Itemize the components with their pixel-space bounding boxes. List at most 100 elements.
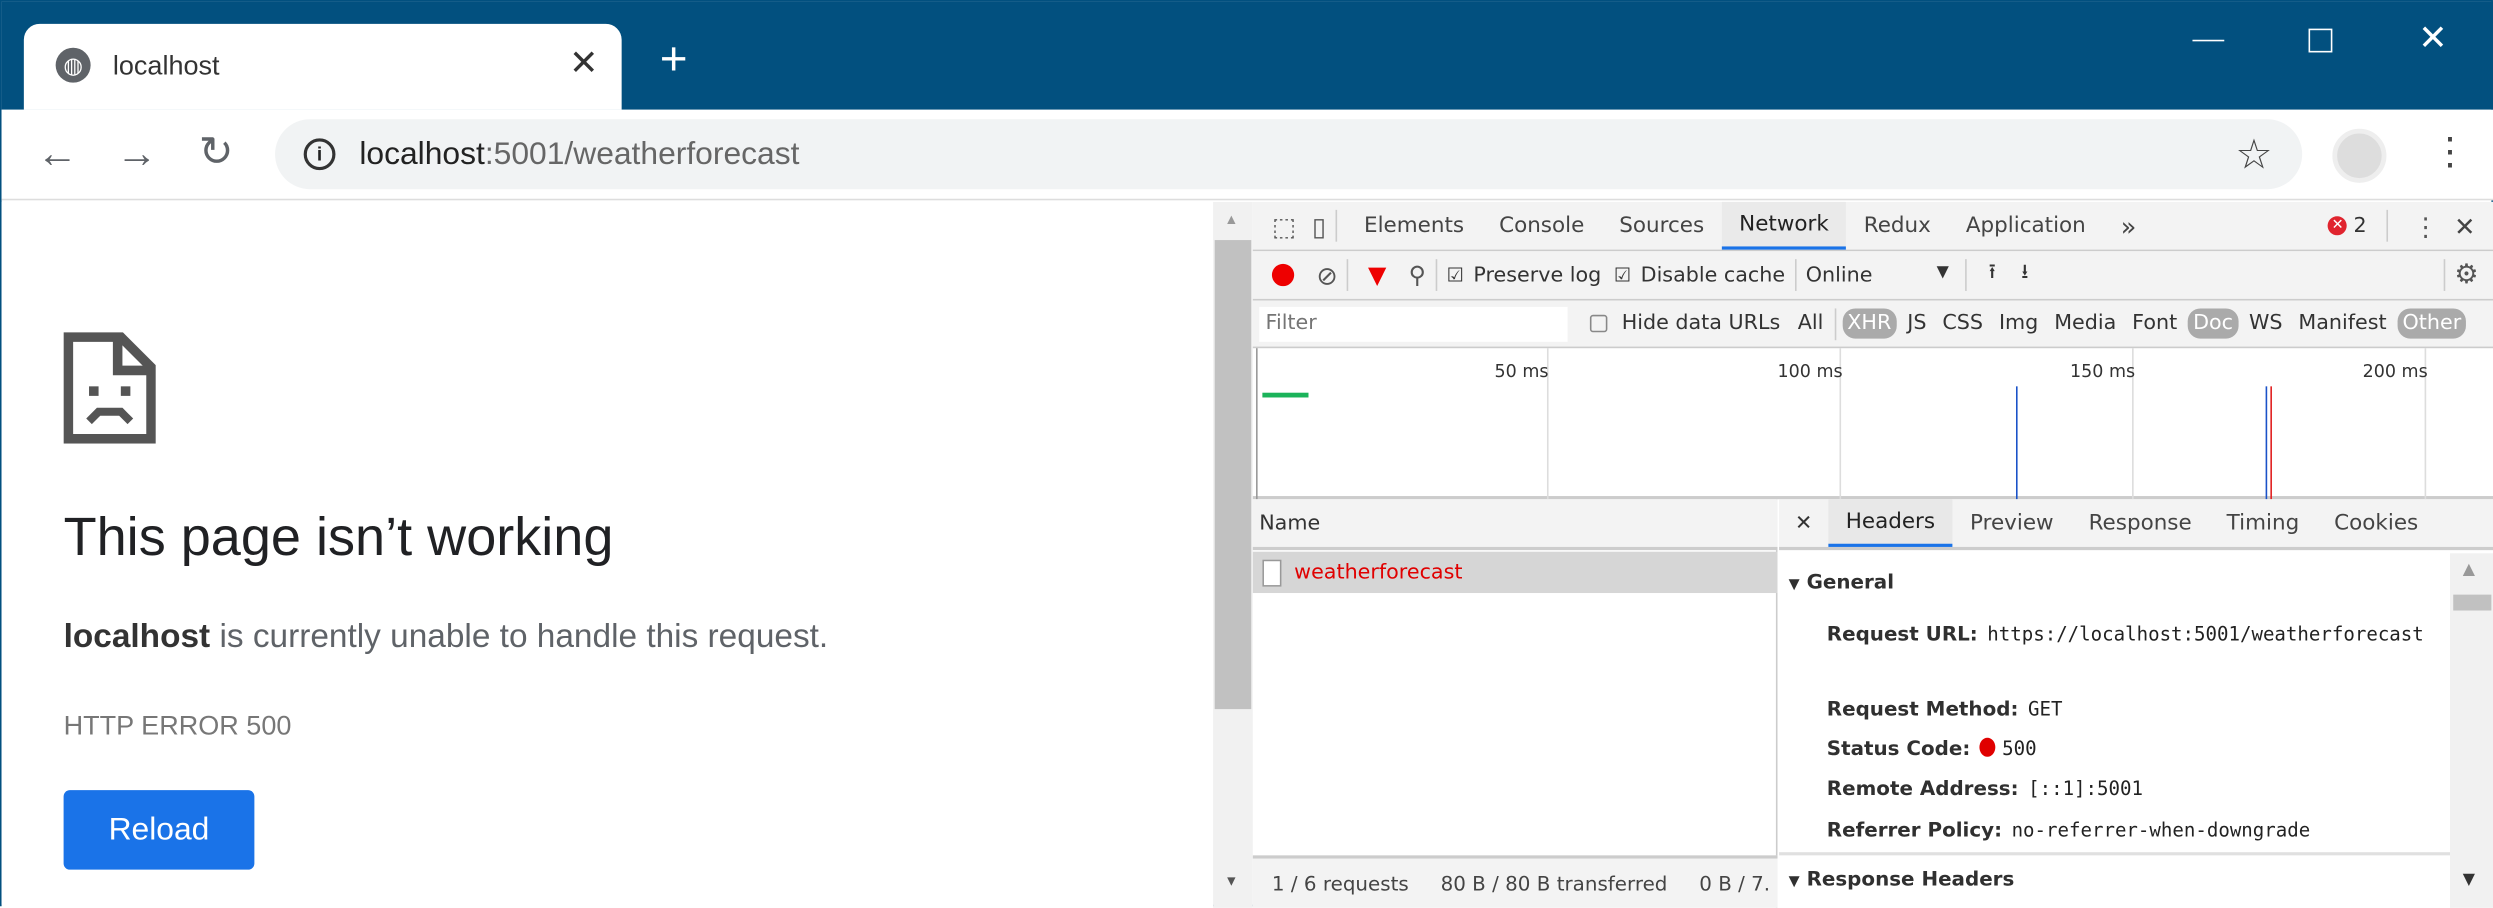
tab-redux[interactable]: Redux: [1846, 202, 1948, 250]
url-path: :5001/weatherforecast: [484, 136, 800, 172]
document-icon: [1262, 558, 1282, 586]
request-row[interactable]: weatherforecast: [1252, 551, 1778, 594]
tab-response[interactable]: Response: [2071, 499, 2209, 547]
close-window-button[interactable]: ✕: [2418, 17, 2447, 58]
tab-console[interactable]: Console: [1482, 202, 1602, 250]
browser-toolbar: ← → ↻ i localhost:5001/weatherforecast ☆…: [1, 109, 2493, 201]
type-media[interactable]: Media: [2049, 308, 2121, 338]
transferred-size: 80 B / 80 B transferred: [1440, 871, 1668, 896]
header-key: Request URL:: [1826, 621, 1978, 646]
new-tab-button[interactable]: +: [660, 36, 688, 85]
devtools-close-icon[interactable]: ✕: [2454, 211, 2475, 241]
page-scrollbar[interactable]: ▲ ▼: [1213, 201, 1253, 908]
scroll-up-arrow[interactable]: ▲: [2463, 561, 2475, 578]
type-font[interactable]: Font: [2127, 308, 2182, 338]
dom-content-loaded-line: [2265, 386, 2268, 500]
request-list: Name weatherforecast 1 / 6 requests 80 B…: [1252, 499, 1778, 908]
host-name: localhost: [63, 618, 211, 656]
browser-tab[interactable]: ◍ localhost ✕: [23, 23, 622, 110]
hide-data-urls-label: Hide data URLs: [1621, 311, 1781, 336]
scroll-thumb[interactable]: [1214, 240, 1252, 710]
filter-input[interactable]: [1259, 306, 1568, 342]
reload-button[interactable]: Reload: [63, 790, 255, 870]
avatar[interactable]: [2332, 128, 2387, 183]
name-column-header[interactable]: Name: [1252, 499, 1778, 551]
request-bar: [1262, 392, 1309, 398]
star-icon[interactable]: ☆: [2235, 130, 2272, 179]
devtools-tab-bar: ⬚ ▯ Elements Console Sources Network Red…: [1252, 201, 2493, 252]
headers-scrollbar[interactable]: ▲ ▼: [2450, 553, 2493, 908]
tab-headers[interactable]: Headers: [1828, 499, 1953, 547]
tab-elements[interactable]: Elements: [1347, 202, 1482, 250]
tick-label: 200 ms: [2362, 360, 2428, 382]
error-count[interactable]: 2: [2354, 214, 2367, 238]
general-section-toggle[interactable]: ▼ General: [1789, 569, 1894, 593]
address-bar[interactable]: i localhost:5001/weatherforecast ☆: [275, 119, 2303, 190]
scroll-up-arrow[interactable]: ▲: [1224, 211, 1238, 227]
general-title: General: [1806, 569, 1895, 594]
back-icon[interactable]: ←: [37, 129, 78, 178]
settings-gear-icon[interactable]: ⚙: [2454, 259, 2478, 291]
request-details: ✕ Headers Preview Response Timing Cookie…: [1779, 499, 2493, 908]
type-js[interactable]: JS: [1902, 308, 1931, 338]
response-headers-title: Response Headers: [1806, 866, 2015, 891]
name-header-label: Name: [1259, 511, 1321, 536]
type-css[interactable]: CSS: [1938, 308, 1988, 338]
preserve-log-checkbox[interactable]: ☑: [1447, 264, 1464, 286]
header-row: Request Method: GET: [1827, 696, 2063, 721]
export-har-icon[interactable]: ⭳: [2021, 258, 2028, 293]
menu-icon[interactable]: ⋮: [2431, 129, 2469, 175]
header-value: GET: [2027, 697, 2063, 721]
type-img[interactable]: Img: [1994, 308, 2043, 338]
scroll-down-arrow[interactable]: ▼: [1224, 873, 1238, 889]
filter-icon[interactable]: ▼: [1368, 261, 1386, 290]
header-value: https://localhost:5001/weatherforecast: [1987, 623, 2424, 646]
type-other[interactable]: Other: [2397, 308, 2466, 339]
tab-application[interactable]: Application: [1948, 202, 2103, 250]
forward-icon[interactable]: →: [116, 129, 157, 178]
page-title: This page isn’t working: [63, 507, 614, 568]
hide-data-urls-checkbox[interactable]: [1589, 314, 1608, 333]
tab-cookies[interactable]: Cookies: [2317, 499, 2436, 547]
close-tab-icon[interactable]: ✕: [569, 43, 598, 84]
type-xhr[interactable]: XHR: [1842, 308, 1897, 339]
type-all[interactable]: All: [1793, 308, 1828, 338]
maximize-button[interactable]: [2308, 28, 2333, 53]
sad-document-icon: [63, 332, 156, 444]
search-icon[interactable]: ⚲: [1409, 261, 1426, 290]
type-doc[interactable]: Doc: [2188, 308, 2238, 339]
scroll-thumb[interactable]: [2453, 594, 2492, 611]
disable-cache-checkbox[interactable]: ☑: [1614, 264, 1631, 286]
tab-preview[interactable]: Preview: [1953, 499, 2072, 547]
header-key: Referrer Policy:: [1826, 817, 2003, 842]
url-text: localhost:5001/weatherforecast: [359, 137, 799, 174]
network-overview-timeline[interactable]: 50 ms 100 ms 150 ms 200 ms: [1252, 348, 2493, 500]
tab-sources[interactable]: Sources: [1602, 202, 1722, 250]
header-key: Remote Address:: [1826, 775, 2019, 800]
info-icon[interactable]: i: [303, 138, 336, 171]
tab-network[interactable]: Network: [1721, 201, 1847, 250]
type-manifest[interactable]: Manifest: [2294, 308, 2392, 338]
clear-icon[interactable]: ⊘: [1316, 260, 1337, 290]
title-bar: ◍ localhost ✕ + ✕: [1, 1, 2493, 110]
tab-timing[interactable]: Timing: [2209, 499, 2316, 547]
header-row: Status Code: 500: [1827, 736, 2037, 761]
type-ws[interactable]: WS: [2244, 308, 2287, 338]
import-har-icon[interactable]: ⭱: [1989, 258, 1996, 293]
response-headers-toggle[interactable]: ▼ Response Headers: [1789, 866, 2015, 890]
minimize-button[interactable]: [2192, 39, 2225, 42]
devtools-menu-icon[interactable]: ⋮: [2413, 211, 2438, 241]
scroll-down-arrow[interactable]: ▼: [2463, 871, 2475, 888]
inspect-element-icon[interactable]: ⬚: [1272, 211, 1296, 241]
device-toolbar-icon[interactable]: ▯: [1312, 211, 1326, 241]
more-tabs-button[interactable]: »: [2103, 202, 2154, 250]
close-details-icon[interactable]: ✕: [1795, 511, 1812, 535]
chevron-down-icon: ▼: [1936, 263, 1949, 281]
record-button[interactable]: [1271, 263, 1295, 287]
status-dot-icon: [1979, 737, 1996, 757]
reload-icon[interactable]: ↻: [199, 127, 234, 176]
url-host: localhost: [359, 136, 485, 172]
throttling-select[interactable]: Online ▼: [1806, 263, 1949, 287]
header-value: [::1]:5001: [2028, 777, 2143, 800]
error-icon[interactable]: ✕: [2328, 216, 2348, 236]
